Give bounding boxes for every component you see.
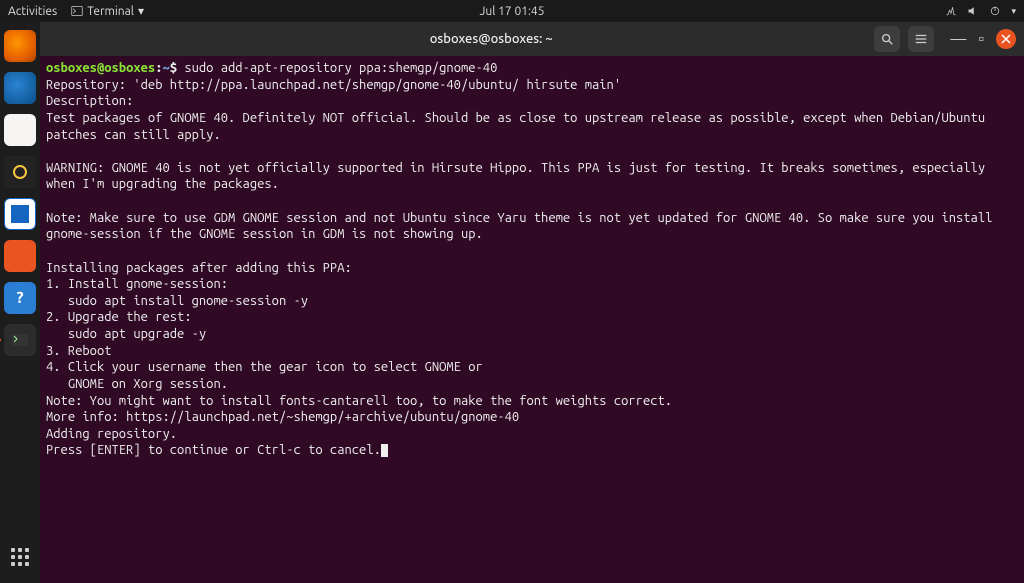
- system-status-area[interactable]: ▾: [945, 5, 1016, 17]
- maximize-button[interactable]: ▫: [978, 30, 984, 49]
- gnome-top-bar: Activities Terminal ▾ Jul 17 01:45 ▾: [0, 0, 1024, 22]
- ubuntu-software-icon[interactable]: [4, 240, 36, 272]
- app-menu-label: Terminal: [87, 5, 134, 18]
- rhythmbox-icon[interactable]: [4, 156, 36, 188]
- terminal-output: Repository: 'deb http://ppa.launchpad.ne…: [46, 78, 1000, 458]
- typed-command: sudo add-apt-repository ppa:shemgp/gnome…: [184, 61, 497, 75]
- activities-button[interactable]: Activities: [8, 5, 57, 18]
- terminal-dock-icon[interactable]: [4, 324, 36, 356]
- volume-icon: [967, 5, 979, 17]
- libreoffice-writer-icon[interactable]: [4, 198, 36, 230]
- help-icon[interactable]: ?: [4, 282, 36, 314]
- terminal-window: osboxes@osboxes: ~ — ▫ osboxes@osboxes:~…: [40, 22, 1024, 583]
- firefox-icon[interactable]: [4, 30, 36, 62]
- chevron-down-icon: ▾: [138, 4, 144, 18]
- app-menu[interactable]: Terminal ▾: [71, 4, 144, 18]
- clock[interactable]: Jul 17 01:45: [480, 5, 545, 18]
- terminal-indicator-icon: [71, 5, 83, 17]
- terminal-content[interactable]: osboxes@osboxes:~$ sudo add-apt-reposito…: [40, 56, 1024, 583]
- terminal-cursor: [381, 444, 388, 457]
- thunderbird-icon[interactable]: [4, 72, 36, 104]
- window-title: osboxes@osboxes: ~: [116, 32, 866, 46]
- chevron-down-icon: ▾: [1011, 6, 1016, 17]
- show-applications-button[interactable]: [4, 541, 36, 573]
- ubuntu-dock: ?: [0, 22, 40, 583]
- search-icon: [880, 32, 894, 46]
- hamburger-menu-button[interactable]: [908, 26, 934, 52]
- prompt-user-host: osboxes@osboxes: [46, 61, 155, 75]
- power-icon: [989, 5, 1001, 17]
- prompt-symbol: $: [170, 61, 177, 75]
- network-icon: [945, 5, 957, 17]
- prompt-path: ~: [162, 61, 169, 75]
- window-titlebar: osboxes@osboxes: ~ — ▫: [40, 22, 1024, 56]
- hamburger-icon: [914, 32, 928, 46]
- close-button[interactable]: [996, 29, 1016, 49]
- close-icon: [1001, 34, 1011, 44]
- search-button[interactable]: [874, 26, 900, 52]
- files-icon[interactable]: [4, 114, 36, 146]
- minimize-button[interactable]: —: [950, 30, 966, 48]
